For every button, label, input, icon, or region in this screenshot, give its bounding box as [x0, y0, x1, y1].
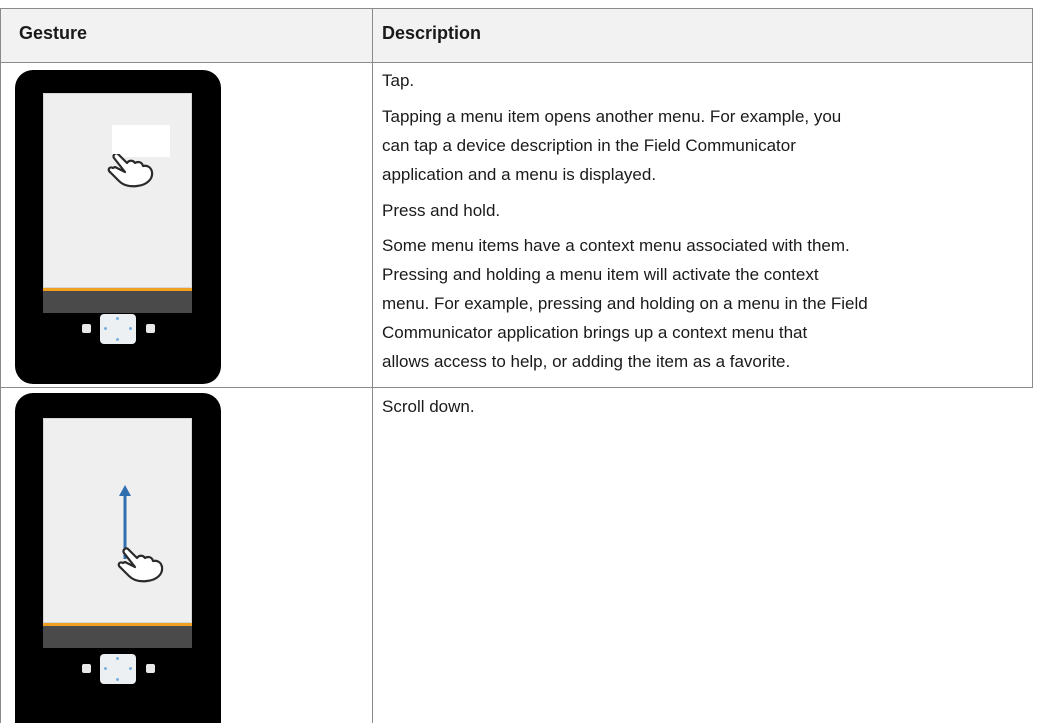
header-divider [0, 62, 1033, 63]
description-line: Pressing and holding a menu item will ac… [382, 265, 819, 284]
description-line: Press and hold. [382, 201, 501, 220]
table-header [0, 8, 1032, 62]
description-line: Tap. [382, 71, 415, 90]
description-line: Communicator application brings up a con… [382, 323, 808, 342]
column-divider [372, 8, 373, 723]
tap-gesture-device [15, 70, 221, 384]
tapped-menu-item [112, 125, 170, 157]
table-right-border [1032, 8, 1033, 388]
device-status-bar [43, 626, 192, 648]
header-description: Description [382, 23, 482, 43]
scroll-gesture-device [15, 393, 221, 723]
description-line: Tapping a menu item opens another menu. … [382, 107, 842, 126]
left-key-icon [82, 664, 91, 673]
right-key-icon [146, 664, 155, 673]
table-left-border [0, 8, 1, 723]
gesture-table: Gesture Description Tap. Tapping a menu … [0, 0, 1041, 723]
row-divider [0, 387, 1033, 388]
left-key-icon [82, 324, 91, 333]
device-status-bar [43, 291, 192, 313]
right-key-icon [146, 324, 155, 333]
nav-pad-icon [100, 654, 136, 684]
nav-pad-icon [100, 314, 136, 344]
table-top-border [0, 8, 1033, 9]
scroll-down-gesture-icon [117, 485, 164, 583]
description-line: allows access to help, or adding the ite… [382, 352, 791, 371]
description-line: menu. For example, pressing and holding … [382, 294, 868, 313]
description-line: Some menu items have a context menu asso… [382, 236, 850, 255]
description-line: Scroll down. [382, 397, 475, 416]
header-gesture: Gesture [19, 23, 88, 43]
description-line: application and a menu is displayed. [382, 165, 657, 184]
description-line: can tap a device description in the Fiel… [382, 136, 796, 155]
tap-gesture-icon [107, 154, 154, 188]
